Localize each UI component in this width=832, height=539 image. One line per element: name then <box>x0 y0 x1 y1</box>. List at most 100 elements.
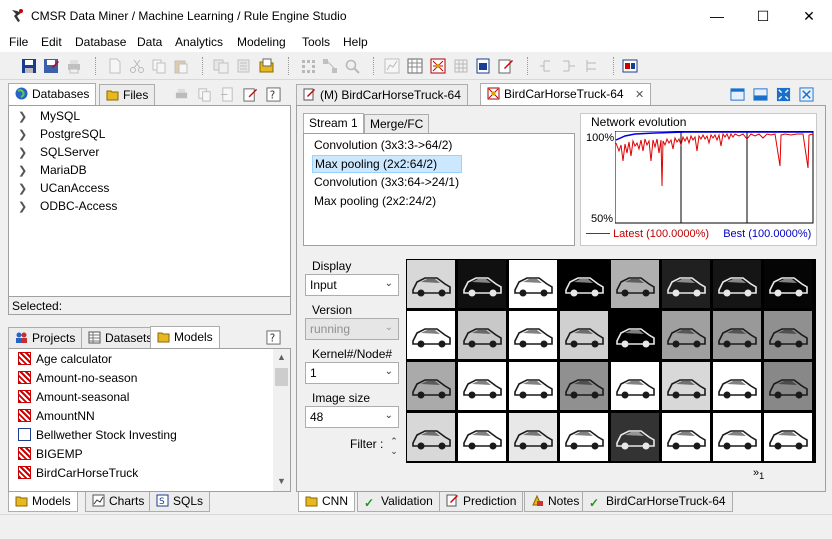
scroll-thumb[interactable] <box>275 368 288 386</box>
print-list-icon[interactable] <box>174 87 189 102</box>
tab-validation[interactable]: ✓ Validation <box>357 492 440 512</box>
connect-nodes-icon[interactable] <box>322 58 338 74</box>
menu-modeling[interactable]: Modeling <box>237 35 286 49</box>
paste-icon[interactable] <box>173 58 189 74</box>
tab-cnn[interactable]: CNN <box>298 492 355 512</box>
close-tab-icon[interactable]: ✕ <box>635 89 644 101</box>
window-restore-icon[interactable] <box>730 87 745 102</box>
layer-item[interactable]: Convolution (3x3:3->64/2) <box>312 137 454 155</box>
filter-spinner[interactable]: ⌃ ⌄ <box>388 436 400 456</box>
open-folder-icon[interactable] <box>259 58 275 74</box>
scroll-up-icon[interactable]: ▲ <box>273 349 290 366</box>
maximize-button[interactable]: ☐ <box>740 0 786 32</box>
rule-engine-icon[interactable] <box>622 58 638 74</box>
tab-models[interactable]: Models <box>150 326 220 349</box>
fullscreen-icon[interactable] <box>776 87 791 102</box>
print-icon[interactable] <box>66 58 82 74</box>
edit-script-icon[interactable] <box>498 58 514 74</box>
new-icon[interactable] <box>107 58 123 74</box>
minimize-button[interactable]: — <box>694 0 740 32</box>
select-grid-icon[interactable] <box>300 58 316 74</box>
window-split-icon[interactable] <box>753 87 768 102</box>
tab-model-summary[interactable]: ✓ BirdCarHorseTruck-64 <box>582 492 733 512</box>
version-select[interactable]: running ⌄ <box>305 318 399 340</box>
menu-edit[interactable]: Edit <box>41 35 62 49</box>
layer-item[interactable]: Max pooling (2x2:24/2) <box>312 193 438 211</box>
tab-merge-fc[interactable]: Merge/FC <box>364 114 430 133</box>
chevron-right-icon[interactable]: ❯ <box>18 182 30 195</box>
tab-databases[interactable]: Databases <box>8 83 97 106</box>
tab-files[interactable]: Files <box>99 84 156 106</box>
list-item[interactable]: Amount-seasonal <box>18 390 129 409</box>
tab-prediction[interactable]: Prediction <box>439 492 524 512</box>
help-icon[interactable]: ? <box>266 330 281 345</box>
chevron-up-icon[interactable]: ⌃ <box>388 436 400 446</box>
tab-datasets[interactable]: Datasets <box>81 327 160 349</box>
tree-item-mysql[interactable]: ❯ MySQL <box>18 109 80 127</box>
flow-merge-icon[interactable] <box>561 58 577 74</box>
grid-icon[interactable] <box>453 58 469 74</box>
menu-help[interactable]: Help <box>343 35 368 49</box>
display-select[interactable]: Input ⌄ <box>305 274 399 296</box>
filter-thumbnail <box>560 413 608 461</box>
chevron-right-icon[interactable]: ❯ <box>18 146 30 159</box>
list-item[interactable]: Age calculator <box>18 352 112 371</box>
menu-analytics[interactable]: Analytics <box>175 35 223 49</box>
tab-notes[interactable]: Notes <box>524 492 587 512</box>
tab-model-cnn[interactable]: BirdCarHorseTruck-64 ✕ <box>480 83 652 106</box>
page-indicator[interactable]: »1 <box>753 467 764 481</box>
list-item[interactable]: AmountNN <box>18 409 95 428</box>
copy-icon[interactable] <box>151 58 167 74</box>
close-window-button[interactable]: ✕ <box>786 0 832 32</box>
tab-models-bottom[interactable]: Models <box>8 492 78 512</box>
tab-sqls[interactable]: S SQLs <box>149 492 211 512</box>
layer-item[interactable]: Convolution (3x3:64->24/1) <box>312 174 461 192</box>
tab-charts[interactable]: Charts <box>85 492 152 512</box>
chevron-right-icon[interactable]: ❯ <box>18 110 30 123</box>
tree-item-sqlserver[interactable]: ❯ SQLServer <box>18 145 99 163</box>
tree-item-mariadb[interactable]: ❯ MariaDB <box>18 163 87 181</box>
save-icon[interactable] <box>21 58 37 74</box>
models-scrollbar[interactable]: ▲ ▼ <box>273 349 290 491</box>
list-item[interactable]: BIGEMP <box>18 447 83 466</box>
list-item[interactable]: Amount-no-season <box>18 371 137 390</box>
menu-file[interactable]: File <box>9 35 28 49</box>
neural-model-icon <box>18 466 31 479</box>
table-icon[interactable] <box>407 58 423 74</box>
document-icon[interactable] <box>475 58 491 74</box>
chevron-right-icon[interactable]: ❯ <box>18 164 30 177</box>
chevron-right-icon[interactable]: ❯ <box>18 200 30 213</box>
tab-model-m[interactable]: (M) BirdCarHorseTruck-64 <box>296 84 468 106</box>
flow-tree-icon[interactable] <box>584 58 600 74</box>
cut-icon[interactable] <box>129 58 145 74</box>
list-item[interactable]: BirdCarHorseTruck <box>18 466 138 485</box>
tab-projects[interactable]: Projects <box>8 327 83 349</box>
chevron-right-icon[interactable]: ❯ <box>18 128 30 141</box>
flow-split-icon[interactable] <box>538 58 554 74</box>
neural-model-icon[interactable] <box>430 58 446 74</box>
menu-data[interactable]: Data <box>137 35 162 49</box>
copy-table-icon[interactable] <box>213 58 229 74</box>
title-bar: CMSR Data Miner / Machine Learning / Rul… <box>0 0 832 32</box>
scroll-down-icon[interactable]: ▼ <box>273 473 290 490</box>
chart-icon[interactable] <box>384 58 400 74</box>
paste-table-icon[interactable] <box>236 58 252 74</box>
layer-item-selected[interactable]: Max pooling (2x2:64/2) <box>312 155 462 173</box>
image-size-select[interactable]: 48 ⌄ <box>305 406 399 428</box>
tree-item-ucanaccess[interactable]: ❯ UCanAccess <box>18 181 109 199</box>
close-panel-icon[interactable] <box>799 87 814 102</box>
help-icon[interactable]: ? <box>266 87 281 102</box>
move-icon[interactable] <box>220 87 235 102</box>
copy-list-icon[interactable] <box>197 87 212 102</box>
save-as-icon[interactable] <box>43 58 59 74</box>
zoom-search-icon[interactable] <box>344 58 360 74</box>
tree-item-odbc-access[interactable]: ❯ ODBC-Access <box>18 199 117 217</box>
tab-stream1[interactable]: Stream 1 <box>303 113 364 133</box>
list-item[interactable]: Bellwether Stock Investing <box>18 428 177 447</box>
chevron-down-icon[interactable]: ⌄ <box>388 446 400 456</box>
menu-database[interactable]: Database <box>75 35 126 49</box>
edit-list-icon[interactable] <box>243 87 258 102</box>
tree-item-postgresql[interactable]: ❯ PostgreSQL <box>18 127 105 145</box>
menu-tools[interactable]: Tools <box>302 35 330 49</box>
kernel-select[interactable]: 1 ⌄ <box>305 362 399 384</box>
